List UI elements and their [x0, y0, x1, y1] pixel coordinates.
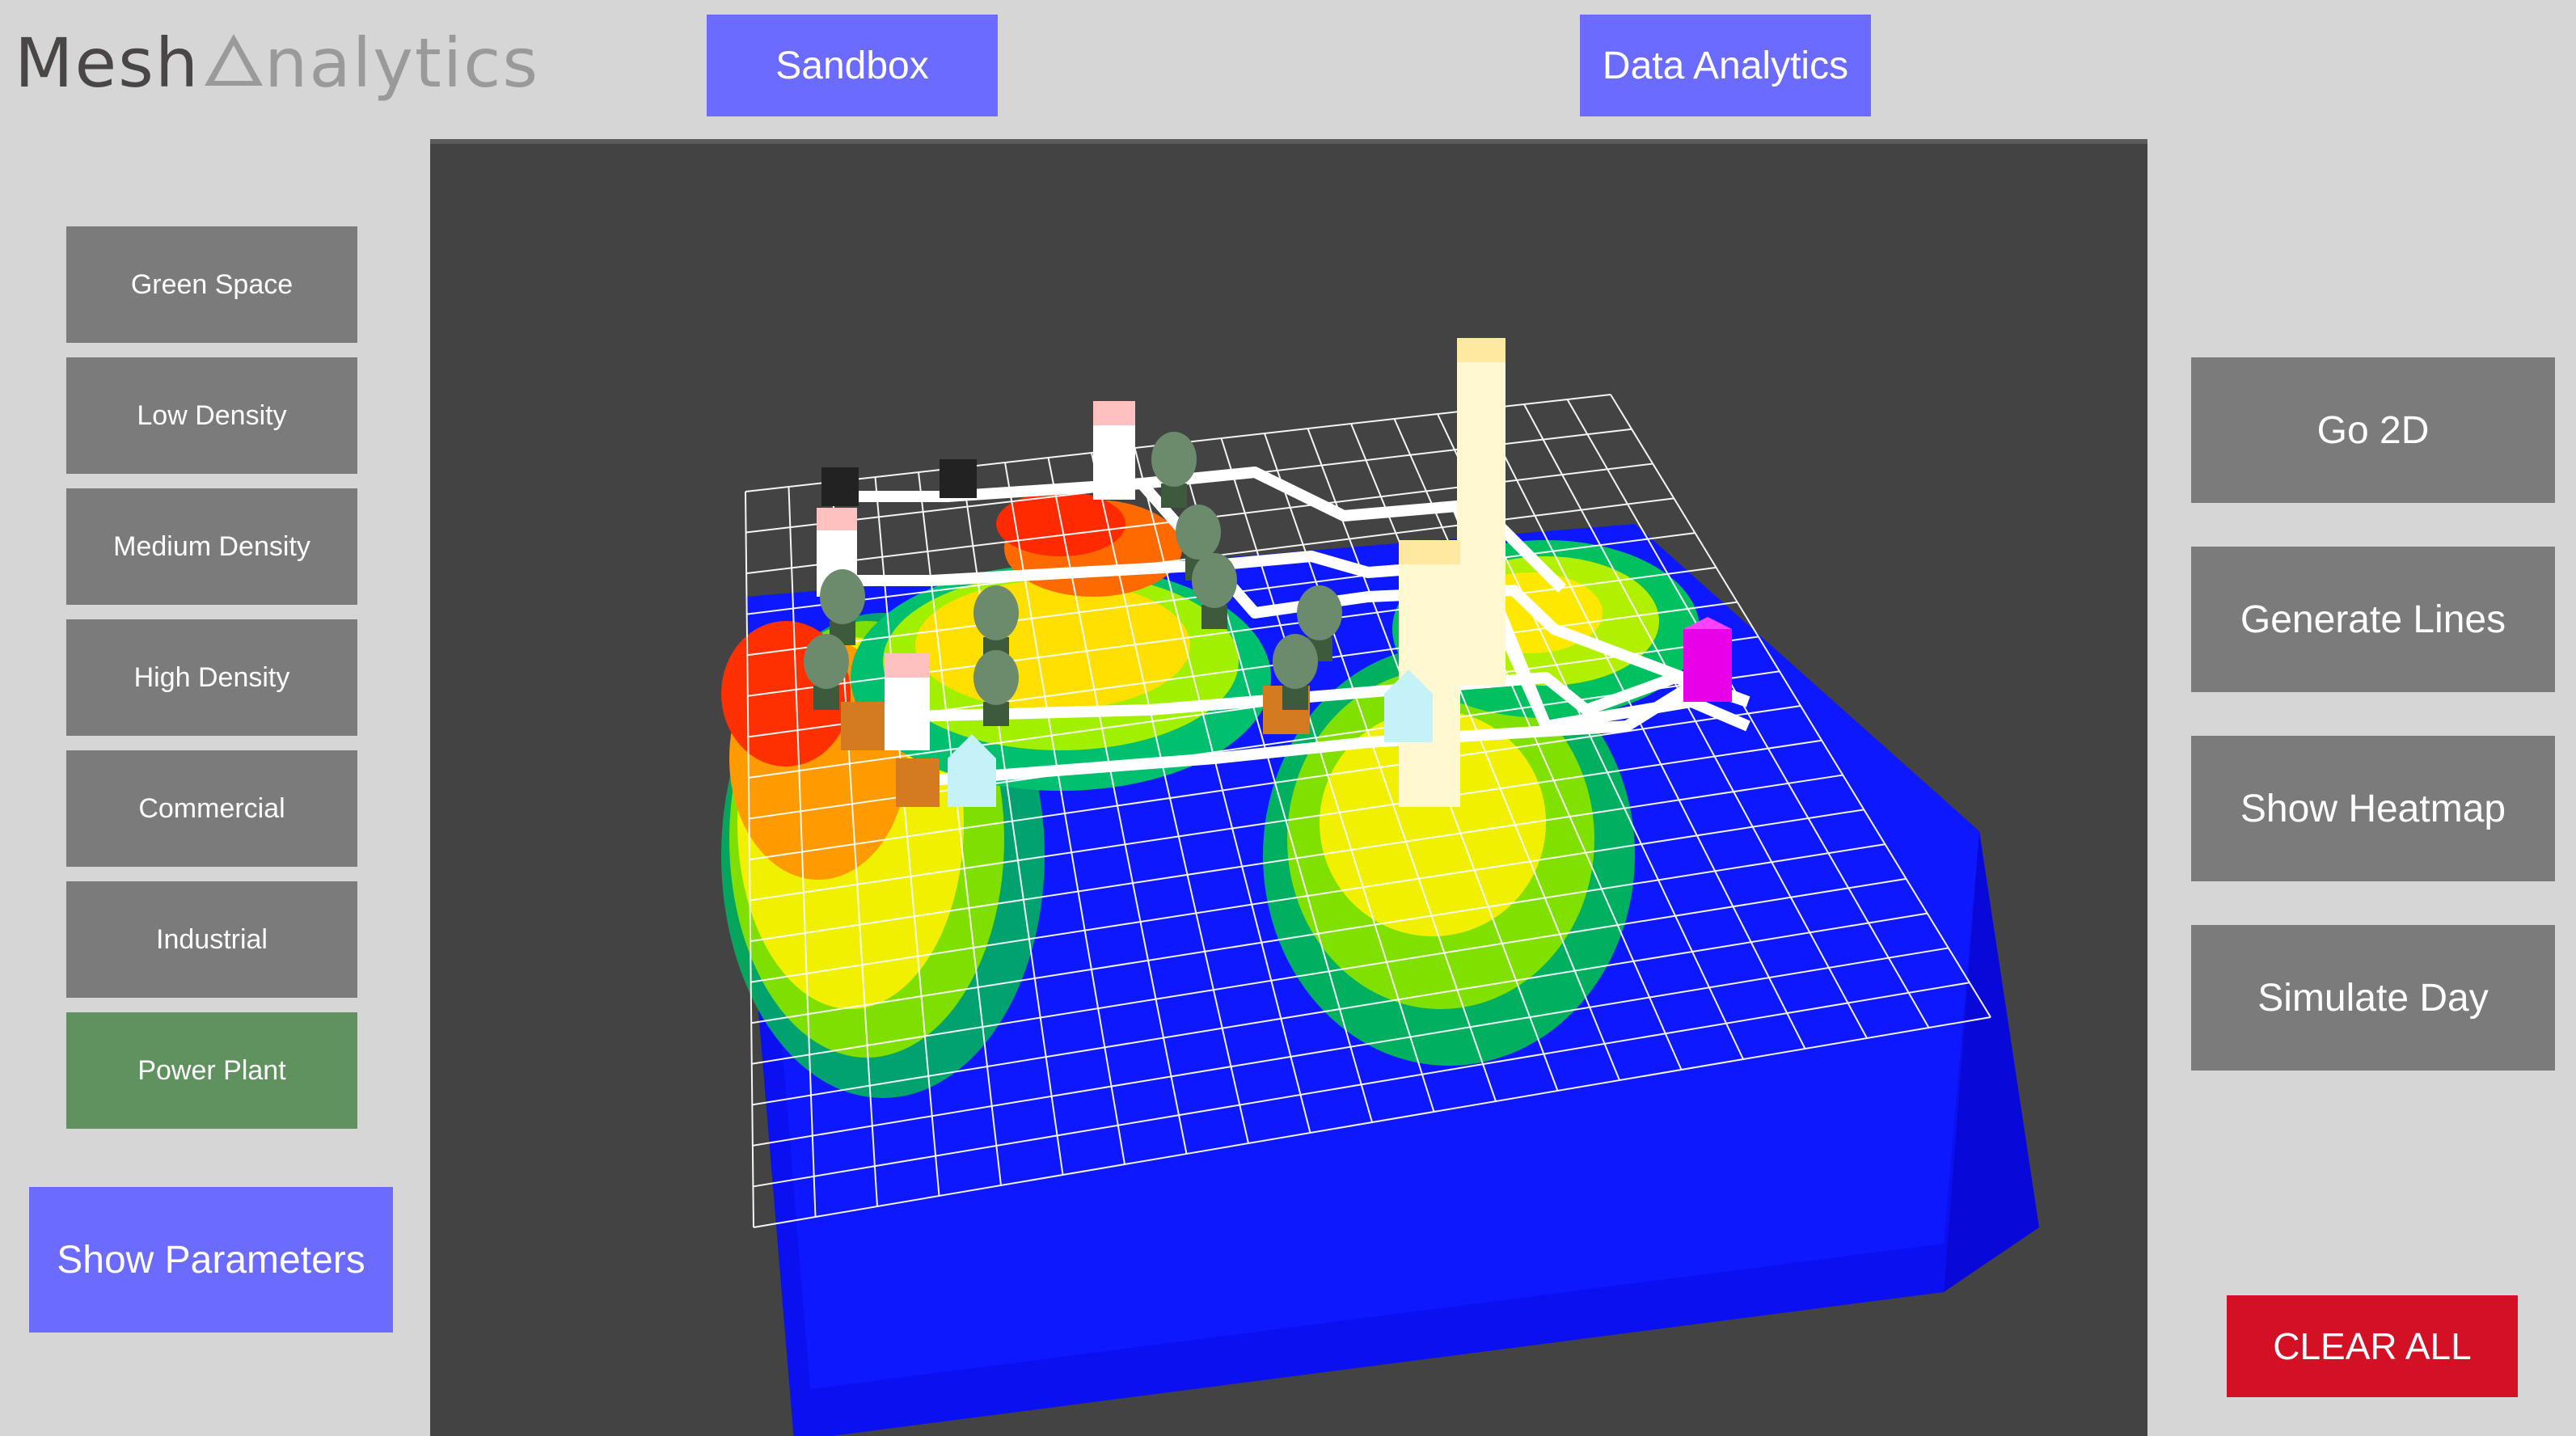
app-logo: Mesh nalytics: [15, 15, 539, 112]
simulate-day-button[interactable]: Simulate Day: [2191, 925, 2555, 1071]
logo-triangle-icon: [205, 34, 264, 86]
tree: [820, 569, 865, 624]
logo-text-light: nalytics: [264, 23, 540, 103]
dark-block: [821, 467, 859, 506]
high-density-tower: [1457, 346, 1505, 686]
tree: [1151, 432, 1197, 487]
power-plant-button[interactable]: Power Plant: [66, 1012, 357, 1129]
tree: [973, 650, 1019, 705]
show-heatmap-button[interactable]: Show Heatmap: [2191, 736, 2555, 881]
industrial-block: [841, 702, 885, 750]
commercial-button[interactable]: Commercial: [66, 750, 357, 867]
high-density-button[interactable]: High Density: [66, 619, 357, 736]
show-parameters-button[interactable]: Show Parameters: [29, 1187, 393, 1333]
city-scene: [721, 338, 2039, 1436]
industrial-button[interactable]: Industrial: [66, 881, 357, 998]
data-analytics-button[interactable]: Data Analytics: [1580, 15, 1871, 116]
dark-block: [940, 459, 977, 498]
clear-all-button[interactable]: CLEAR ALL: [2227, 1295, 2518, 1397]
tree: [1176, 505, 1221, 560]
industrial-block: [896, 758, 940, 807]
medium-density-button[interactable]: Medium Density: [66, 488, 357, 605]
tree: [804, 634, 849, 689]
tree: [1192, 553, 1237, 608]
tree: [1297, 585, 1342, 640]
3d-viewport[interactable]: [430, 139, 2147, 1436]
tree: [1273, 634, 1318, 689]
low-density-button[interactable]: Low Density: [66, 357, 357, 474]
tree: [973, 585, 1019, 640]
green-space-button[interactable]: Green Space: [66, 226, 357, 343]
sandbox-button[interactable]: Sandbox: [707, 15, 998, 116]
power-plant: [1683, 629, 1732, 702]
go-2d-button[interactable]: Go 2D: [2191, 357, 2555, 503]
generate-lines-button[interactable]: Generate Lines: [2191, 547, 2555, 692]
logo-text-dark: Mesh: [15, 23, 201, 103]
